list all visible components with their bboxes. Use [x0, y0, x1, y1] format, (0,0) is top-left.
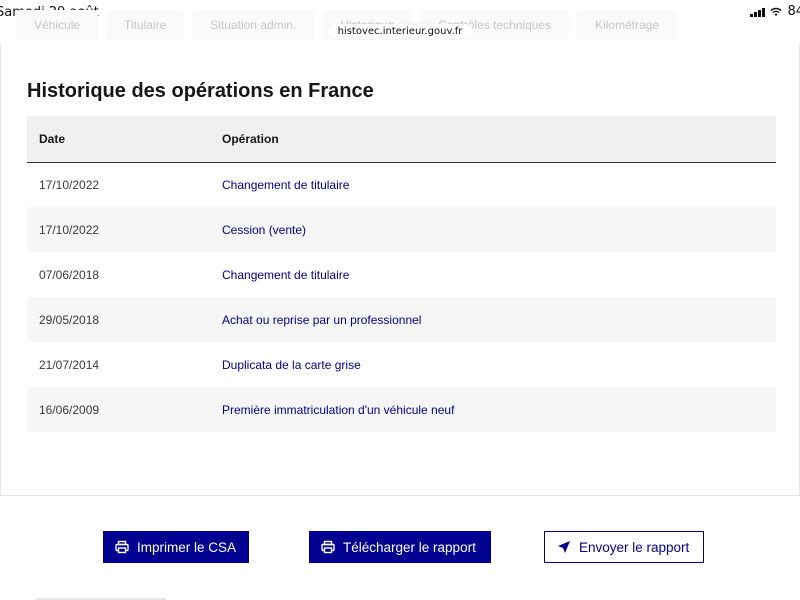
- print-csa-label: Imprimer le CSA: [137, 539, 237, 555]
- table-row: 17/10/2022 Cession (vente): [27, 207, 776, 252]
- row-date: 17/10/2022: [39, 222, 100, 237]
- table-row: 21/07/2014 Duplicata de la carte grise: [27, 342, 776, 387]
- column-header-operation: Opération: [222, 116, 776, 163]
- nav-tab[interactable]: Situation admin.: [192, 10, 315, 40]
- table-header-row: Date Opération: [27, 116, 776, 163]
- url-bar[interactable]: histovec.interieur.gouv.fr: [327, 24, 473, 39]
- row-operation: Changement de titulaire: [222, 177, 350, 192]
- row-date: 16/06/2009: [39, 402, 100, 417]
- nav-tab[interactable]: Kilométrage: [577, 10, 678, 40]
- print-csa-button[interactable]: Imprimer le CSA: [103, 531, 249, 563]
- operations-table: Date Opération 17/10/2022 Changement de …: [27, 116, 776, 432]
- row-operation: Première immatriculation d'un véhicule n…: [222, 402, 455, 417]
- nav-tab[interactable]: Titulaire: [106, 10, 185, 40]
- send-icon: [558, 541, 570, 553]
- nav-tab[interactable]: Véhicule: [16, 10, 99, 40]
- row-operation: Achat ou reprise par un professionnel: [222, 312, 422, 327]
- row-date: 17/10/2022: [39, 177, 100, 192]
- row-date: 21/07/2014: [39, 357, 100, 372]
- report-actions: Imprimer le CSA Télécharger le rapport E…: [0, 531, 800, 563]
- row-operation: Duplicata de la carte grise: [222, 357, 361, 372]
- send-report-label: Envoyer le rapport: [579, 539, 690, 555]
- row-operation: Changement de titulaire: [222, 267, 350, 282]
- printer-icon: [115, 540, 129, 554]
- send-report-button[interactable]: Envoyer le rapport: [544, 531, 704, 563]
- page-title: Historique des opérations en France: [27, 80, 374, 102]
- row-date: 29/05/2018: [39, 312, 100, 327]
- download-report-button[interactable]: Télécharger le rapport: [309, 531, 491, 563]
- printer-icon: [321, 540, 335, 554]
- column-header-date: Date: [27, 116, 222, 163]
- row-operation: Cession (vente): [222, 222, 307, 237]
- table-row: 16/06/2009 Première immatriculation d'un…: [27, 387, 776, 432]
- table-row: 17/10/2022 Changement de titulaire: [27, 162, 776, 207]
- row-date: 07/06/2018: [39, 267, 100, 282]
- table-row: 07/06/2018 Changement de titulaire: [27, 252, 776, 297]
- table-row: 29/05/2018 Achat ou reprise par un profe…: [27, 297, 776, 342]
- download-report-label: Télécharger le rapport: [343, 539, 476, 555]
- history-card: Historique des opérations en France Date…: [0, 44, 800, 496]
